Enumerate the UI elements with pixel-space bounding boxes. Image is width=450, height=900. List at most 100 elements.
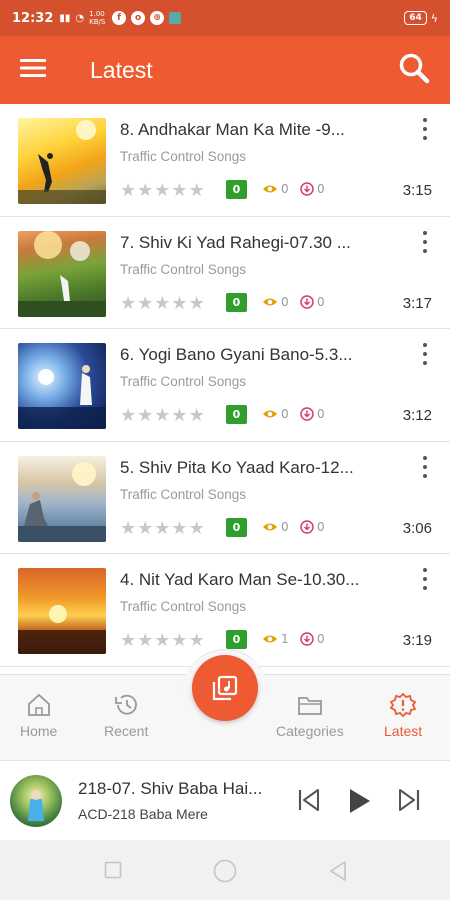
star-icon: ★ — [154, 292, 171, 314]
status-time: 12:32 — [12, 10, 54, 26]
rating-badge: 0 — [226, 630, 247, 649]
star-icon: ★ — [171, 292, 188, 314]
rating-badge: 0 — [226, 180, 247, 199]
star-rating[interactable]: ★ ★ ★ ★ ★ — [120, 405, 205, 426]
track-row[interactable]: 7. Shiv Ki Yad Rahegi-07.30 ... Traffic … — [0, 217, 450, 329]
view-count: 0 — [262, 520, 289, 534]
home-circle-icon[interactable] — [213, 859, 237, 887]
star-icon: ★ — [171, 405, 188, 426]
view-count-value: 1 — [281, 632, 289, 646]
track-thumbnail — [18, 455, 106, 542]
track-thumbnail — [18, 568, 106, 654]
back-triangle-icon[interactable] — [328, 860, 348, 886]
star-icon: ★ — [171, 517, 188, 539]
system-navigation-bar — [0, 840, 450, 900]
music-library-button[interactable] — [192, 655, 258, 721]
nav-home[interactable]: Home — [20, 693, 57, 739]
skip-next-icon[interactable] — [396, 787, 422, 817]
track-list: 8. Andhakar Man Ka Mite -9... Traffic Co… — [0, 104, 450, 674]
search-icon[interactable] — [398, 52, 430, 88]
app-bar: Latest — [0, 36, 450, 104]
track-row[interactable]: 6. Yogi Bano Gyani Bano-5.3... Traffic C… — [0, 329, 450, 442]
more-options-icon[interactable] — [418, 343, 432, 365]
more-options-icon[interactable] — [418, 568, 432, 590]
star-rating[interactable]: ★ ★ ★ ★ ★ — [120, 293, 205, 314]
home-icon — [27, 693, 50, 716]
download-count: 0 — [300, 295, 325, 309]
page-title: Latest — [90, 56, 153, 83]
star-rating[interactable]: ★ ★ ★ ★ ★ — [120, 630, 205, 651]
more-options-icon[interactable] — [418, 455, 432, 478]
download-count: 0 — [300, 407, 325, 421]
eye-icon — [263, 523, 277, 530]
track-subtitle: Traffic Control Songs — [120, 486, 247, 502]
signal-icon: ▮▮ — [59, 12, 71, 24]
eye-icon — [263, 298, 277, 305]
download-icon — [300, 182, 314, 196]
track-row[interactable]: 8. Andhakar Man Ka Mite -9... Traffic Co… — [0, 104, 450, 217]
track-row[interactable]: 5. Shiv Pita Ko Yaad Karo-12... Traffic … — [0, 442, 450, 554]
more-options-icon[interactable] — [418, 118, 432, 140]
app-notif-icon: o — [131, 11, 146, 25]
battery-icon: 64 — [404, 11, 427, 25]
star-icon: ★ — [154, 405, 171, 426]
rating-badge: 0 — [226, 517, 247, 537]
music-library-icon — [212, 675, 238, 701]
view-count: 0 — [262, 182, 289, 196]
status-bar: 12:32 ▮▮ ◔ 1.00 KB/S f o ⊕ 64 ϟ — [0, 0, 450, 36]
nav-home-label: Home — [20, 723, 58, 739]
star-rating[interactable]: ★ ★ ★ ★ ★ — [120, 518, 205, 539]
star-icon: ★ — [171, 180, 188, 201]
nav-categories[interactable]: Categories — [276, 693, 344, 739]
track-title: 6. Yogi Bano Gyani Bano-5.3... — [120, 345, 353, 364]
mini-player[interactable]: 218-07. Shiv Baba Hai... ACD-218 Baba Me… — [0, 760, 450, 840]
nav-latest[interactable]: Latest — [384, 693, 422, 739]
eye-icon — [263, 635, 277, 643]
hamburger-menu-icon[interactable] — [20, 58, 46, 82]
track-duration: 3:12 — [402, 407, 432, 424]
bottom-navigation: Home Recent Categories Latest — [0, 649, 450, 760]
track-subtitle: Traffic Control Songs — [120, 261, 247, 277]
folder-icon — [297, 697, 322, 715]
eye-icon — [263, 185, 277, 193]
view-count: 0 — [262, 295, 289, 309]
star-icon: ★ — [188, 180, 205, 201]
star-icon: ★ — [120, 517, 137, 539]
star-icon: ★ — [188, 405, 205, 426]
track-thumbnail — [18, 343, 106, 429]
download-icon — [300, 632, 314, 646]
star-icon: ★ — [137, 405, 154, 426]
more-options-icon[interactable] — [418, 230, 432, 253]
play-icon[interactable] — [346, 787, 372, 819]
view-count-value: 0 — [281, 519, 289, 534]
star-icon: ★ — [137, 517, 154, 539]
star-icon: ★ — [154, 517, 171, 539]
status-icons: ▮▮ ◔ 1.00 KB/S f o ⊕ — [59, 10, 182, 26]
star-icon: ★ — [137, 630, 154, 651]
track-title: 5. Shiv Pita Ko Yaad Karo-12... — [120, 457, 354, 477]
nav-recent[interactable]: Recent — [104, 693, 148, 739]
track-duration: 3:06 — [402, 519, 432, 537]
star-icon: ★ — [120, 630, 137, 651]
star-rating[interactable]: ★ ★ ★ ★ ★ — [120, 180, 205, 201]
download-count-value: 0 — [317, 182, 325, 196]
track-subtitle: Traffic Control Songs — [120, 374, 247, 389]
facebook-icon: f — [112, 11, 127, 25]
app2-notif-icon: ⊕ — [150, 11, 165, 25]
download-icon — [300, 519, 314, 534]
star-icon: ★ — [154, 180, 171, 201]
star-icon: ★ — [137, 292, 154, 314]
star-icon: ★ — [120, 180, 137, 201]
track-duration: 3:17 — [402, 294, 432, 312]
download-count-value: 0 — [317, 294, 325, 309]
star-icon: ★ — [188, 630, 205, 651]
player-album: ACD-218 Baba Mere — [78, 806, 208, 822]
download-count: 0 — [300, 632, 325, 646]
nav-categories-label: Categories — [276, 723, 344, 739]
recents-square-icon[interactable] — [104, 861, 122, 883]
skip-previous-icon[interactable] — [296, 787, 322, 817]
history-icon — [115, 694, 137, 715]
player-title: 218-07. Shiv Baba Hai... — [78, 779, 263, 798]
new-badge-icon — [390, 693, 417, 717]
view-count-value: 0 — [281, 407, 289, 421]
